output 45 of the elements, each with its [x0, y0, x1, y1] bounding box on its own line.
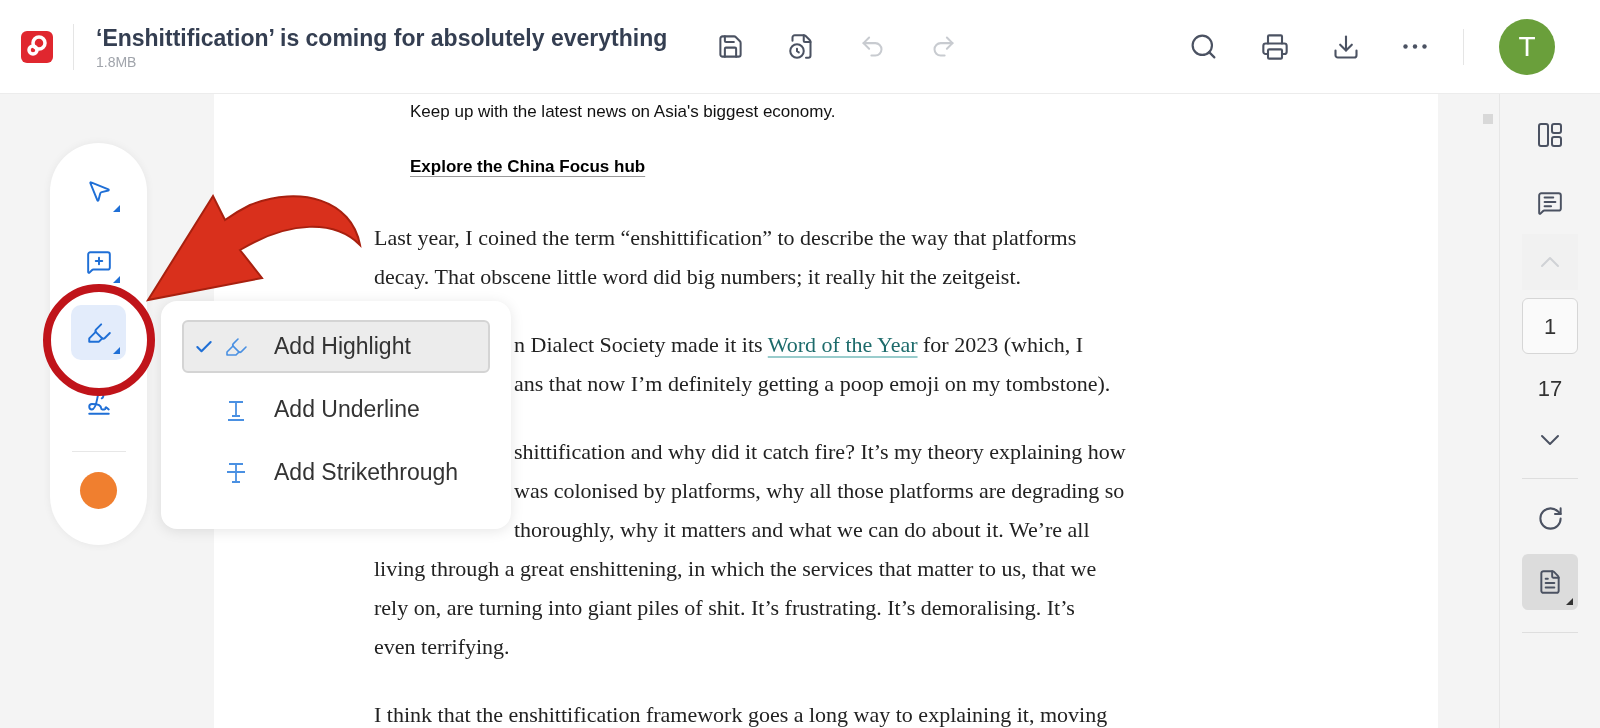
comment-icon: [1537, 190, 1563, 216]
paragraph-line: even terrifying.: [374, 632, 511, 661]
document-title: ‘Enshittification’ is coming for absolutely everything: [96, 23, 668, 53]
menu-item[interactable]: Add Highlight: [182, 320, 490, 373]
file-size: 1.8MB: [96, 52, 138, 71]
paragraph-line: I think that the enshittification framework goes a long way to explaining it, moving: [374, 700, 1109, 728]
paragraph-line: shittification and why did it catch fire? It’s my theory explaining how: [513, 437, 1127, 466]
paragraph-line: ans that now I’m definitely getting a poop emoji on my tombstone).: [513, 369, 1112, 398]
search-button[interactable]: [1189, 32, 1218, 61]
paragraph-line: decay. That obscene little word did big numbers; it really hit the zeitgeist.: [374, 262, 1022, 291]
search-icon: [1189, 32, 1218, 61]
paragraph-line: rely on, are turning into giant piles of shit. It’s frustrating. It’s demoralising. It’s: [374, 593, 1076, 622]
scrollbar-thumb[interactable]: [1483, 114, 1493, 124]
refresh-icon: [1536, 505, 1564, 532]
save-button[interactable]: [717, 33, 745, 60]
hub-link[interactable]: Explore the China Focus hub: [410, 157, 646, 176]
strikethrough-icon: [224, 460, 248, 485]
menu-item[interactable]: Add Strikethrough: [182, 446, 490, 499]
printer-icon: [1261, 32, 1289, 61]
more-icon: [1403, 44, 1427, 49]
app-logo-icon: [21, 30, 53, 63]
highlighter-tool[interactable]: [71, 305, 126, 360]
comment-add-icon: [85, 248, 112, 275]
corner-triangle-icon: [113, 205, 120, 212]
page-number-field[interactable]: 1: [1522, 298, 1578, 354]
document-view-button[interactable]: [1522, 554, 1578, 610]
page-count: 17: [1537, 376, 1563, 402]
panels-icon: [1537, 122, 1563, 148]
save-icon: [717, 33, 745, 60]
more-button[interactable]: [1403, 44, 1427, 49]
corner-triangle-icon: [113, 347, 120, 354]
layout-panel-button[interactable]: [1537, 122, 1563, 148]
corner-triangle-icon: [1566, 598, 1573, 605]
corner-triangle-icon: [113, 276, 120, 283]
intro-text: Keep up with the latest news on Asia's biggest economy.: [410, 101, 837, 123]
word-of-year-link[interactable]: Word of the Year: [767, 331, 918, 357]
refresh-button[interactable]: [1536, 505, 1564, 532]
print-button[interactable]: [1261, 32, 1289, 61]
paragraph-line: living through a great enshittening, in which the services that matter to us, that we: [374, 554, 1098, 583]
color-swatch[interactable]: [80, 472, 117, 509]
comments-button[interactable]: [1537, 190, 1563, 216]
paragraph-line: Last year, I coined the term “enshittification” to describe the way that platforms: [374, 223, 1078, 252]
document-icon: [1537, 569, 1563, 595]
menu-item[interactable]: Add Underline: [182, 383, 490, 436]
paragraph-line: thoroughly, why it matters and what we can do about it. We’re all: [513, 515, 1091, 544]
